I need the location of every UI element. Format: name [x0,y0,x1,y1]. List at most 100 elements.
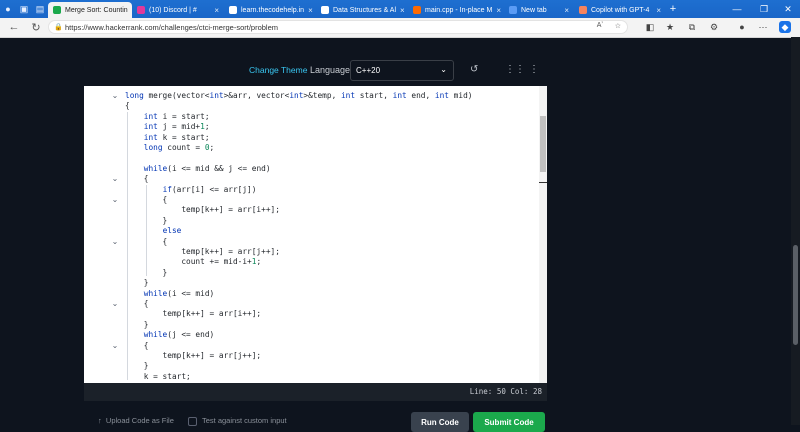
favorites-icon[interactable]: ★ [664,21,676,33]
close-window-icon[interactable]: ✕ [776,0,800,18]
code-line: int j = mid+1; [125,122,210,132]
fold-marker [111,153,119,163]
code-line: while(j <= end) [125,330,214,340]
minimize-icon[interactable]: — [725,0,749,18]
read-aloud-icon[interactable]: Aʼ [597,22,603,29]
page-scrollbar[interactable] [791,37,800,425]
browser-tab[interactable]: learn.thecodehelp.in × [224,2,316,18]
address-toolbar: ← ↻ 🔒 https://www.hackerrank.com/challen… [0,18,800,38]
fold-chevron-icon[interactable]: ⌄ [111,195,119,205]
more-options-icon[interactable]: ⋯ [757,21,769,33]
page-scrollbar-thumb[interactable] [793,245,798,345]
favorite-star-icon[interactable]: ☆ [615,22,621,30]
browser-tab-strip: ● ▣ ▤ Merge Sort: Countin×(10) Discord |… [0,0,800,18]
language-value: C++20 [356,66,380,75]
code-line: int i = start; [125,112,210,122]
fold-chevron-icon[interactable]: ⌄ [111,341,119,351]
language-select[interactable]: C++20 ⌄ [350,60,454,81]
code-editor[interactable]: ⌄ ⌄ ⌄ ⌄ ⌄ ⌄ long merge(vector<int>&arr, vecto… [84,86,547,383]
refresh-icon[interactable]: ↻ [28,19,44,35]
upload-code-link[interactable]: ↑ Upload Code as File [98,416,174,425]
address-bar[interactable]: 🔒 https://www.hackerrank.com/challenges/… [48,20,628,34]
tab-favicon-icon [229,6,237,14]
fold-chevron-icon[interactable]: ⌄ [111,237,119,247]
fold-marker [111,257,119,267]
fold-marker [111,330,119,340]
collections-icon[interactable]: ⧉ [686,21,698,33]
url-text: https://www.hackerrank.com/challenges/ct… [65,23,278,32]
code-line: { [125,237,167,247]
tab-title: main.cpp - In-place M [425,7,492,14]
reset-code-icon[interactable]: ↺ [470,64,478,75]
close-tab-icon[interactable]: × [496,6,501,15]
code-line: if(arr[i] <= arr[j]) [125,185,256,195]
copilot-icon[interactable]: ◆ [779,21,791,33]
editor-scrollbar-thumb[interactable] [540,116,546,172]
fold-marker [111,309,119,319]
fold-marker [111,216,119,226]
drag-handle-icon[interactable]: ⋮⋮ [505,64,525,75]
code-line: temp[k++] = arr[j++]; [125,247,280,257]
code-line: { [125,299,148,309]
tab-favicon-icon [137,6,145,14]
code-line: } [125,278,148,288]
custom-input-label: Test against custom input [202,416,287,425]
code-line: int k = start; [125,133,210,143]
language-label: Language [310,65,350,75]
close-tab-icon[interactable]: × [308,6,313,15]
change-theme-link[interactable]: Change Theme [249,65,307,75]
run-code-button[interactable]: Run Code [411,412,469,432]
fold-marker [111,164,119,174]
browser-tab[interactable]: main.cpp - In-place M × [408,2,504,18]
code-line: } [125,216,167,226]
split-screen-icon[interactable]: ◧ [644,21,656,33]
workspaces-icon[interactable]: ▣ [16,0,32,18]
fold-chevron-icon[interactable]: ⌄ [111,299,119,309]
cursor-position: Line: 50 Col: 28 [470,387,542,396]
fold-marker [111,372,119,382]
fold-chevron-icon[interactable]: ⌄ [111,174,119,184]
fold-marker [111,247,119,257]
fold-marker [111,122,119,132]
fold-marker [111,278,119,288]
browser-tab[interactable]: Merge Sort: Countin× [48,2,132,18]
more-vertical-icon[interactable]: ⋮ [529,64,539,75]
chevron-down-icon: ⌄ [440,65,447,74]
close-tab-icon[interactable]: × [400,6,405,15]
profile-icon[interactable]: ● [0,0,16,18]
fold-chevron-icon[interactable]: ⌄ [111,91,119,101]
close-tab-icon[interactable]: × [564,6,569,15]
browser-tab[interactable]: Data Structures & Al× [316,2,408,18]
fold-marker [111,289,119,299]
close-tab-icon[interactable]: × [214,6,219,15]
editor-gutter: ⌄ ⌄ ⌄ ⌄ ⌄ ⌄ [84,86,120,383]
tab-favicon-icon [509,6,517,14]
code-line: temp[k++] = arr[i++]; [125,205,280,215]
editor-scrollbar[interactable] [539,86,547,383]
code-line: while(i <= mid && j <= end) [125,164,271,174]
code-line: long merge(vector<int>&arr, vector<int>&… [125,91,472,101]
fold-marker [111,112,119,122]
tab-actions-icon[interactable]: ▤ [32,0,48,18]
extensions-icon[interactable]: ⚙ [708,21,720,33]
submit-code-button[interactable]: Submit Code [473,412,545,432]
close-tab-icon[interactable]: × [656,6,661,15]
tab-title: learn.thecodehelp.in [241,7,304,14]
tab-favicon-icon [413,6,421,14]
maximize-icon[interactable]: ❐ [752,0,776,18]
code-line: k = start; [125,372,191,382]
browser-tab[interactable]: New tab× [504,2,574,18]
new-tab-button[interactable]: + [666,3,680,15]
code-line: { [125,101,130,111]
account-avatar-icon[interactable]: ● [736,21,748,33]
fold-marker [111,133,119,143]
fold-marker [111,268,119,278]
code-line: { [125,174,148,184]
tab-title: Copilot with GPT-4 [591,7,649,14]
code-line: } [125,361,148,371]
browser-tab[interactable]: Copilot with GPT-4 × [574,2,666,18]
tab-title: (10) Discord | # [149,7,197,14]
back-icon[interactable]: ← [6,19,22,35]
browser-tab[interactable]: (10) Discord | # × [132,2,224,18]
code-line: } [125,268,167,278]
